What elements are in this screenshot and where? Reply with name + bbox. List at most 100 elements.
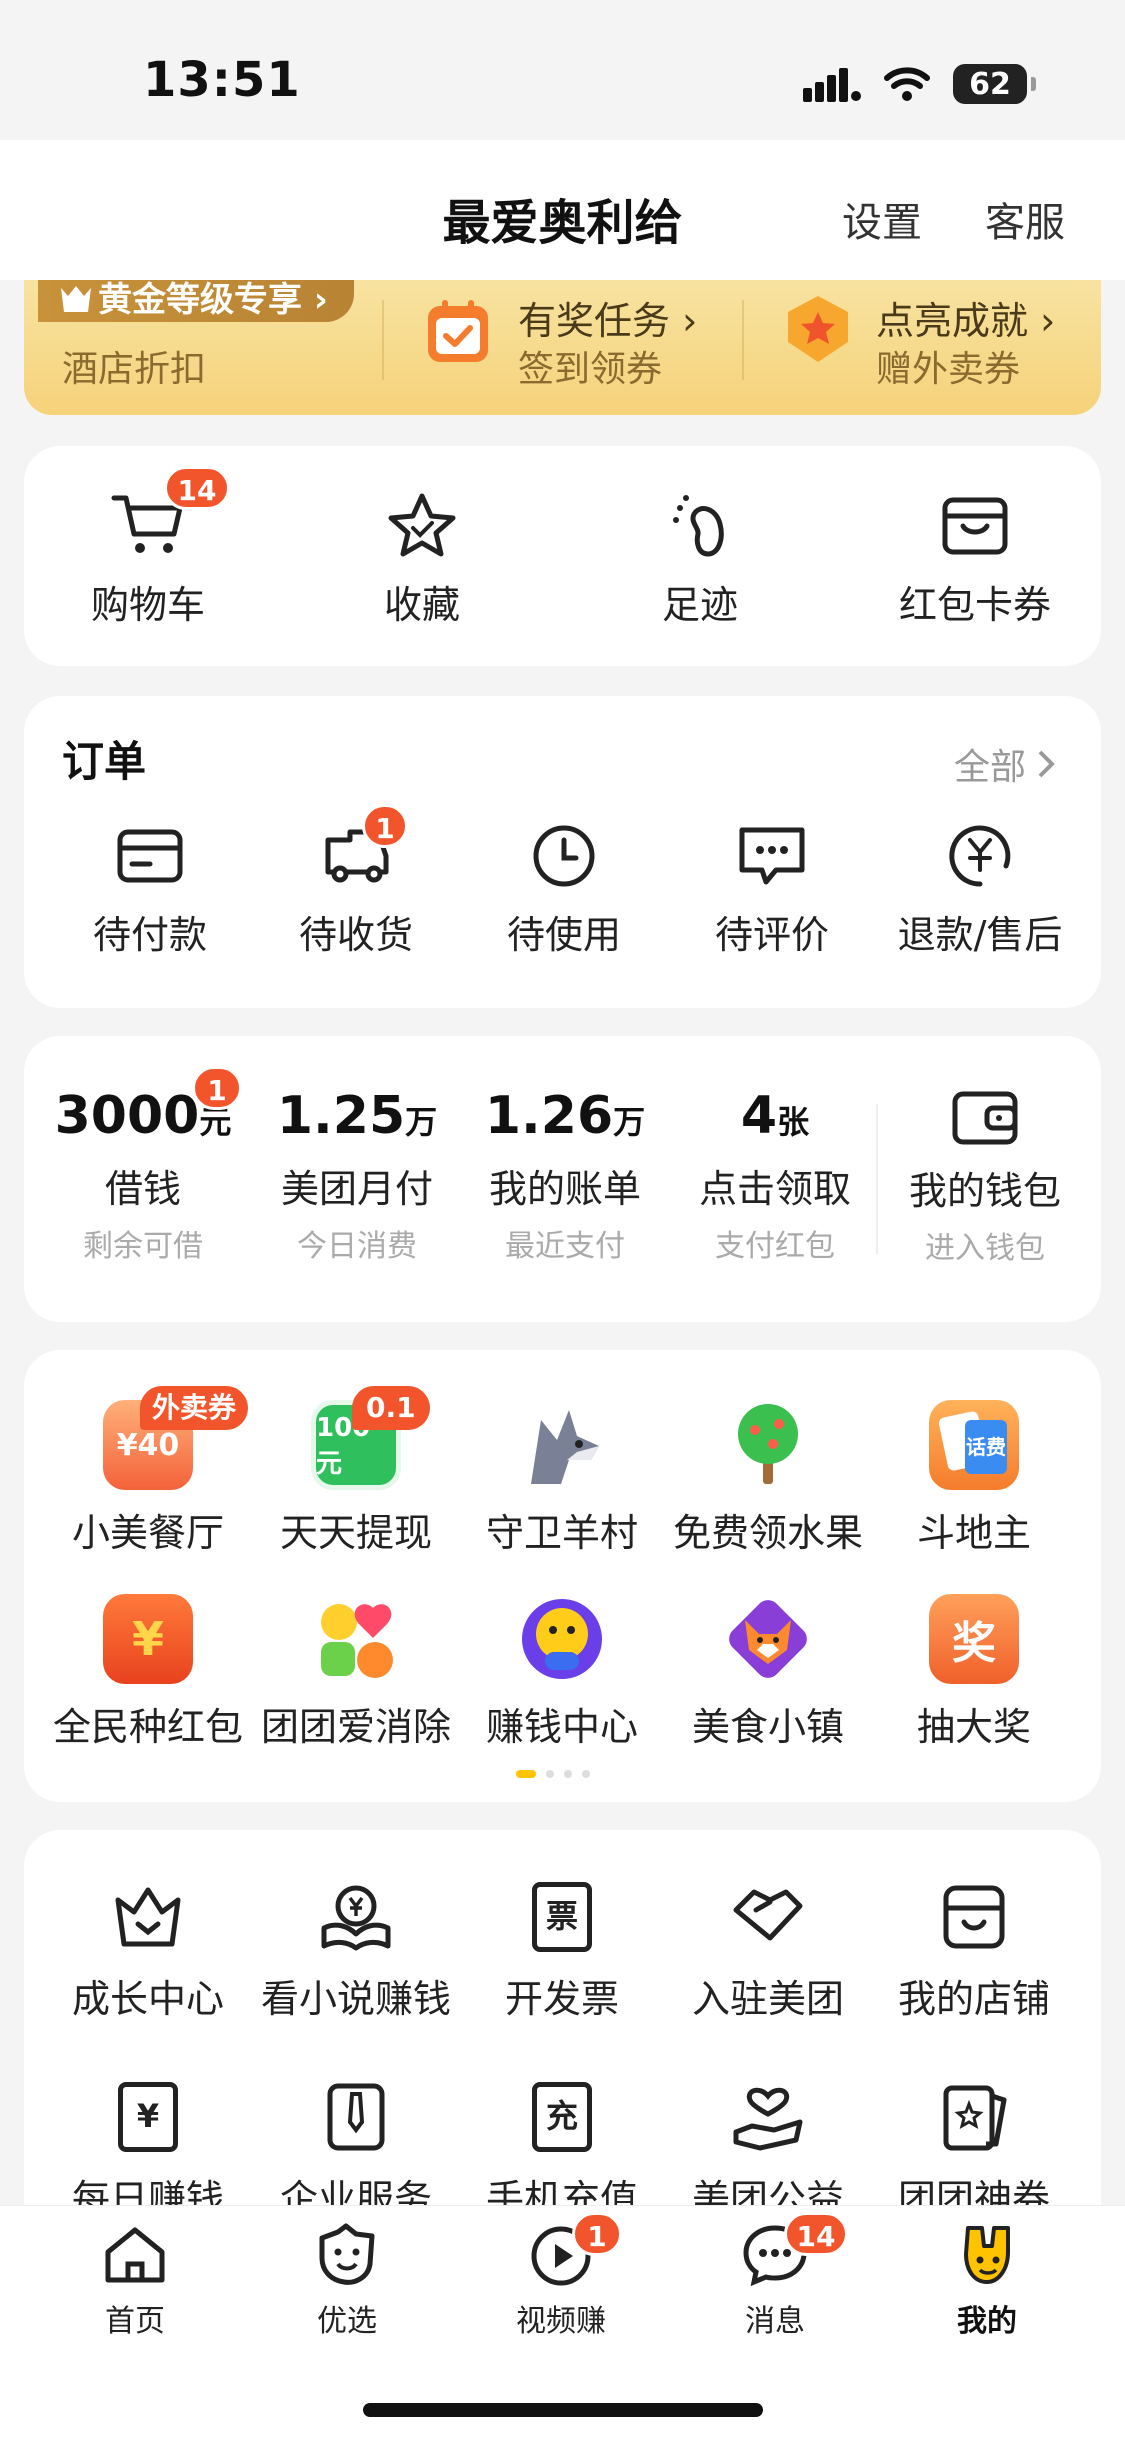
tab-label: 我的 — [957, 2304, 1017, 2339]
service-novel-earn[interactable]: 看小说赚钱 — [258, 1882, 454, 2023]
footprint-label: 足迹 — [661, 583, 738, 627]
service-magic-coupon[interactable]: 团团神券 — [876, 2082, 1072, 2223]
order-refund[interactable]: 退款/售后 — [880, 822, 1080, 959]
monthly-pay-entry[interactable]: 1.25万 美团月付 今日消费 — [262, 1086, 452, 1265]
daily-yen-icon: ¥ — [118, 2082, 178, 2152]
monthly-unit: 万 — [405, 1103, 438, 1141]
clock-icon — [533, 825, 595, 887]
wallet-sub: 进入钱包 — [925, 1231, 1045, 1266]
candy-blocks-icon — [321, 1604, 393, 1678]
waimai-coupon-tag: 外卖券 — [140, 1386, 249, 1430]
app-free-fruit[interactable]: 免费领水果 — [670, 1400, 866, 1557]
app-label: 天天提现 — [279, 1511, 432, 1555]
book-yen-icon — [321, 1885, 391, 1951]
crown-icon — [61, 286, 91, 312]
app-food-town[interactable]: 美食小镇 — [670, 1594, 866, 1751]
app-tuantuan-match[interactable]: 团团爱消除 — [258, 1594, 454, 1751]
redpack-sub: 支付红包 — [715, 1229, 835, 1264]
kangaroo-mascot-icon — [964, 2226, 1010, 2284]
service-label: 成长中心 — [71, 1977, 224, 2021]
service-label: 开发票 — [504, 1977, 619, 2021]
order-to-review[interactable]: 待评价 — [692, 822, 852, 959]
apps-pager[interactable] — [516, 1770, 590, 1778]
loan-label: 借钱 — [104, 1167, 181, 1211]
crown-outline-icon — [115, 1887, 181, 1947]
customer-service-link[interactable]: 客服 — [985, 190, 1065, 248]
tab-label: 消息 — [745, 2304, 805, 2339]
order-label: 待使用 — [506, 913, 621, 957]
store-icon — [943, 1885, 1005, 1949]
order-pending-receipt[interactable]: 待收货 — [276, 822, 436, 959]
tab-label: 视频赚 — [516, 2304, 606, 2339]
home-indicator — [363, 2403, 763, 2417]
app-doudizhu[interactable]: 话费 斗地主 — [876, 1400, 1072, 1557]
app-label: 赚钱中心 — [485, 1705, 638, 1749]
app-guard-sheep-village[interactable]: 守卫羊村 — [464, 1400, 660, 1557]
coupons-entry[interactable]: 红包卡券 — [880, 490, 1070, 629]
task-calendar-icon — [428, 300, 488, 362]
lottery-prize-icon: 奖 — [929, 1594, 1019, 1684]
redpack-label: 点击领取 — [698, 1167, 851, 1211]
wolf-icon — [531, 1410, 599, 1484]
footprint-icon — [673, 495, 724, 557]
cash-tag: 0.1 — [352, 1386, 430, 1430]
hotel-discount-text[interactable]: 酒店折扣 — [62, 340, 206, 392]
app-label: 守卫羊村 — [485, 1511, 638, 1555]
bill-sub: 最近支付 — [505, 1229, 625, 1264]
service-my-store[interactable]: 我的店铺 — [876, 1882, 1072, 2023]
tab-label: 首页 — [105, 2304, 165, 2339]
handshake-icon — [733, 1889, 803, 1941]
orders-all-link[interactable]: 全部 — [954, 738, 1056, 790]
loan-sub: 剩余可借 — [83, 1229, 203, 1264]
wallet-card-icon — [942, 497, 1008, 555]
service-phone-recharge[interactable]: 充 手机充值 — [464, 2082, 660, 2223]
video-badge: 1 — [572, 2212, 622, 2256]
redpack-entry[interactable]: 4张 点击领取 支付红包 — [680, 1086, 870, 1265]
redpack-value: 4 — [740, 1086, 778, 1146]
favorites-entry[interactable]: 收藏 — [342, 490, 502, 629]
reward-task-link[interactable]: 有奖任务 › — [518, 290, 697, 345]
achievement-medal-icon — [788, 296, 848, 362]
order-label: 待评价 — [714, 913, 829, 957]
app-lottery[interactable]: 奖 抽大奖 — [876, 1594, 1072, 1751]
service-join-meituan[interactable]: 入驻美团 — [670, 1882, 866, 2023]
order-to-use[interactable]: 待使用 — [484, 822, 644, 959]
achievement-link[interactable]: 点亮成就 › — [876, 290, 1055, 345]
app-label: 小美餐厅 — [71, 1511, 224, 1555]
service-daily-earn[interactable]: ¥ 每日赚钱 — [50, 2082, 246, 2223]
order-pending-payment[interactable]: 待付款 — [70, 822, 230, 959]
order-receipt-badge: 1 — [362, 804, 408, 848]
orders-all-label: 全部 — [954, 747, 1027, 788]
wallet-icon — [952, 1091, 1018, 1145]
service-growth-center[interactable]: 成长中心 — [50, 1882, 246, 2023]
footprint-entry[interactable]: 足迹 — [620, 490, 780, 629]
reward-task-sub: 签到领券 — [518, 349, 663, 390]
settings-link[interactable]: 设置 — [842, 190, 922, 248]
service-label: 看小说赚钱 — [260, 1977, 451, 2021]
tab-home[interactable]: 首页 — [60, 2222, 210, 2340]
app-plant-redpack[interactable]: ¥ 全民种红包 — [50, 1594, 246, 1751]
service-invoice[interactable]: 票 开发票 — [464, 1882, 660, 2023]
redpack-icon: ¥ — [103, 1594, 193, 1684]
cart-label: 购物车 — [90, 583, 205, 627]
loan-badge: 1 — [192, 1066, 242, 1110]
app-label: 免费领水果 — [672, 1511, 863, 1555]
service-charity[interactable]: 美团公益 — [670, 2082, 866, 2223]
status-icons: 62 — [803, 62, 1036, 106]
tab-label: 优选 — [317, 2304, 377, 2339]
bill-entry[interactable]: 1.26万 我的账单 最近支付 — [470, 1086, 660, 1265]
battery-indicator: 62 — [953, 64, 1036, 104]
wifi-icon — [884, 67, 930, 101]
tab-youxuan[interactable]: 优选 — [272, 2222, 422, 2340]
tie-icon — [327, 2083, 385, 2151]
pager-dot — [564, 1770, 572, 1778]
page-title: 最爱奥利给 — [442, 195, 683, 251]
app-earn-center[interactable]: 赚钱中心 — [464, 1594, 660, 1751]
order-label: 退款/售后 — [897, 913, 1063, 957]
bill-unit: 万 — [613, 1103, 646, 1141]
wallet-entry[interactable]: 我的钱包 进入钱包 — [890, 1086, 1080, 1267]
tab-mine[interactable]: 我的 — [912, 2222, 1062, 2340]
fruit-tree-icon — [738, 1404, 798, 1484]
service-enterprise[interactable]: 企业服务 — [258, 2082, 454, 2223]
loan-entry[interactable]: 3000元 借钱 剩余可借 — [48, 1086, 238, 1265]
